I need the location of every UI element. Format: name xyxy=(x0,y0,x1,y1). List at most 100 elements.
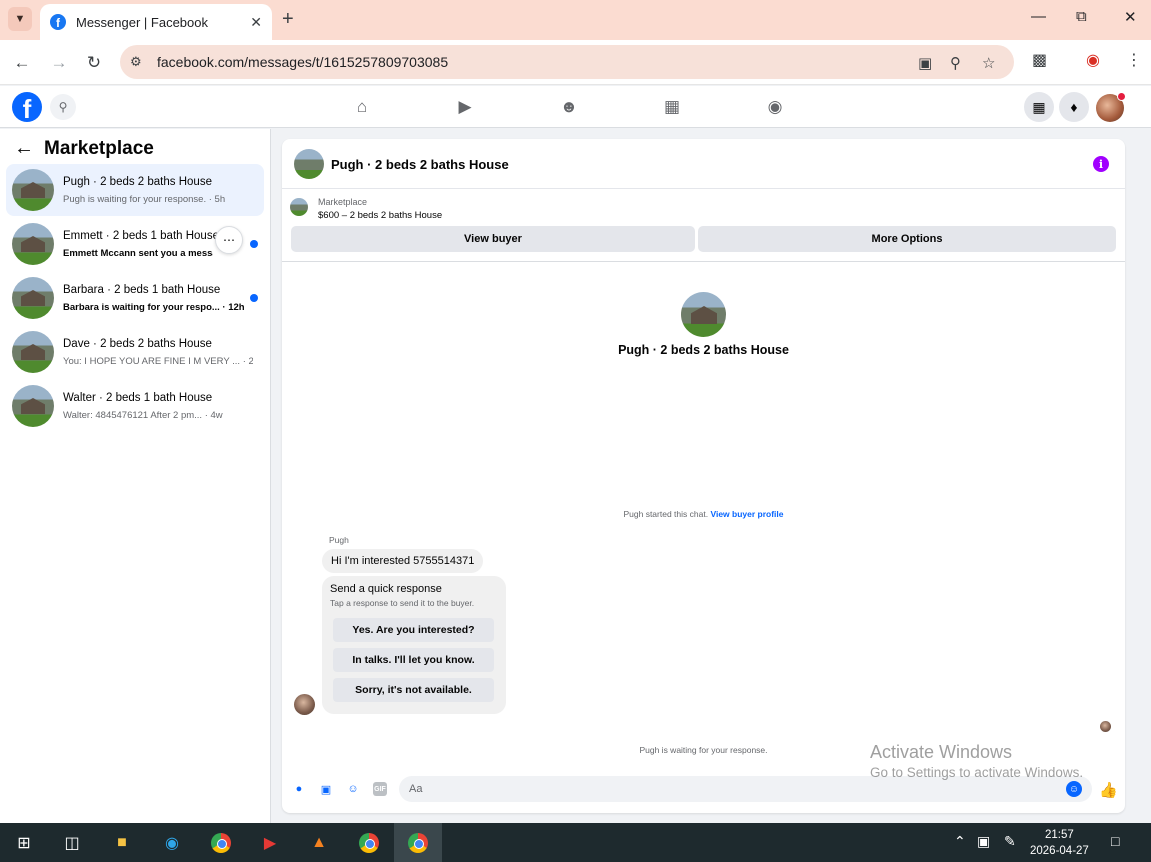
chat-header: Pugh · 2 beds 2 baths House i xyxy=(282,139,1125,189)
more-options-icon[interactable]: ⋯ xyxy=(215,226,243,254)
edge-icon[interactable]: ◉ xyxy=(160,831,184,855)
install-app-icon[interactable]: ▣ xyxy=(918,54,932,72)
conversation-name: Pugh · 2 beds 2 baths House xyxy=(63,176,212,188)
quick-response-button[interactable]: Yes. Are you interested? xyxy=(333,618,494,642)
facebook-logo-icon[interactable]: f xyxy=(12,92,42,122)
forward-button[interactable]: → xyxy=(46,50,72,76)
conversation-name: Emmett · 2 beds 1 bath House xyxy=(63,230,219,242)
listing-price-title: $600 – 2 beds 2 baths House xyxy=(318,210,443,221)
system-clock[interactable]: 21:57 2026-04-27 xyxy=(1030,827,1089,859)
menu-grid-icon[interactable]: ▦ xyxy=(1024,92,1054,122)
listing-thumbnail xyxy=(12,331,54,373)
conversation-item[interactable]: Emmett · 2 beds 1 bath House Emmett Mcca… xyxy=(6,218,264,270)
restore-button[interactable]: ⧉ xyxy=(1076,8,1087,25)
chat-title[interactable]: Pugh · 2 beds 2 baths House xyxy=(331,157,509,172)
site-settings-icon[interactable]: ⚙ xyxy=(130,54,146,70)
new-tab-button[interactable]: + xyxy=(282,8,294,31)
tray-overflow-icon[interactable]: ⌃ xyxy=(954,833,966,850)
listing-thumbnail xyxy=(12,385,54,427)
reload-button[interactable]: ↻ xyxy=(81,50,107,76)
more-options-button[interactable]: More Options xyxy=(698,226,1116,252)
chrome-menu-icon[interactable]: ⋮ xyxy=(1126,50,1142,70)
quick-response-button[interactable]: Sorry, it's not available. xyxy=(333,678,494,702)
activate-windows-watermark: Activate Windows Go to Settings to activ… xyxy=(870,742,1083,780)
conversation-preview: Walter: 4845476121 After 2 pm... · 4w xyxy=(63,410,223,421)
back-arrow-icon[interactable]: ← xyxy=(14,137,34,160)
sender-avatar[interactable] xyxy=(294,694,315,715)
home-icon[interactable]: ⌂ xyxy=(351,96,373,118)
vlc-icon[interactable]: ▲ xyxy=(307,831,331,855)
profile-icon[interactable]: ◉ xyxy=(1086,50,1100,70)
sender-name: Pugh xyxy=(329,535,349,545)
browser-tab[interactable]: f Messenger | Facebook ✕ xyxy=(40,4,272,40)
conversation-preview: Emmett Mccann sent you a messa... xyxy=(63,248,213,259)
chrome-active-icon[interactable] xyxy=(394,823,442,862)
conversation-sidebar: ← Marketplace Pugh · 2 beds 2 baths Hous… xyxy=(0,129,271,823)
file-explorer-icon[interactable]: ■ xyxy=(110,831,134,855)
quick-response-button[interactable]: In talks. I'll let you know. xyxy=(333,648,494,672)
friends-icon[interactable]: ☻ xyxy=(558,96,580,118)
groups-icon[interactable]: ◉ xyxy=(764,96,786,118)
youtube-icon[interactable]: ▶ xyxy=(258,831,282,855)
listing-thumbnail xyxy=(12,223,54,265)
back-button[interactable]: ← xyxy=(9,50,35,76)
gif-icon[interactable]: GIF xyxy=(373,782,387,796)
listing-avatar xyxy=(681,292,726,337)
minimize-button[interactable]: — xyxy=(1031,8,1046,25)
unread-dot xyxy=(250,240,258,248)
conversation-item[interactable]: Pugh · 2 beds 2 baths House Pugh is wait… xyxy=(6,164,264,216)
listing-thumbnail xyxy=(12,169,54,211)
extensions-icon[interactable]: ▩ xyxy=(1032,50,1047,70)
conversation-name: Walter · 2 beds 1 bath House xyxy=(63,392,213,404)
tab-close-icon[interactable]: ✕ xyxy=(250,14,262,31)
thumbs-up-icon[interactable]: 👍 xyxy=(1099,781,1118,799)
message-bubble: Hi I'm interested 5755514371 xyxy=(322,549,484,573)
chrome-icon[interactable] xyxy=(209,831,233,855)
conversation-item[interactable]: Dave · 2 beds 2 baths House You: I HOPE … xyxy=(6,326,264,378)
marketplace-label: Marketplace xyxy=(318,197,368,207)
view-buyer-button[interactable]: View buyer xyxy=(291,226,695,252)
zoom-icon[interactable]: ⚲ xyxy=(950,54,961,72)
conversation-item[interactable]: Barbara · 2 beds 1 bath House Barbara is… xyxy=(6,272,264,324)
address-toolbar: ← → ↻ ⚙ facebook.com/messages/t/16152578… xyxy=(0,40,1151,85)
bookmark-star-icon[interactable]: ☆ xyxy=(982,54,995,72)
address-bar[interactable]: ⚙ facebook.com/messages/t/16152578097030… xyxy=(120,45,1014,79)
quick-response-card: Send a quick response Tap a response to … xyxy=(322,576,506,714)
divider xyxy=(282,261,1125,262)
photo-icon[interactable]: ▣ xyxy=(319,782,333,796)
url-text: facebook.com/messages/t/1615257809703085 xyxy=(157,54,449,70)
close-window-button[interactable]: ✕ xyxy=(1124,8,1137,26)
conversation-name: Barbara · 2 beds 1 bath House xyxy=(63,284,221,296)
microphone-icon[interactable]: ● xyxy=(292,782,306,796)
task-view-icon[interactable]: ◫ xyxy=(60,831,84,855)
conversation-preview: Barbara is waiting for your respo... · 1… xyxy=(63,302,245,313)
marketplace-icon[interactable]: ▦ xyxy=(661,96,683,118)
browser-tab-strip: ▼ f Messenger | Facebook ✕ + — ⧉ ✕ xyxy=(0,0,1151,40)
watermark-line-1: Activate Windows xyxy=(870,742,1013,762)
start-icon[interactable]: ⊞ xyxy=(12,831,36,855)
notifications-bell-icon[interactable]: ♦ xyxy=(1059,92,1089,122)
network-icon[interactable]: ▣ xyxy=(977,833,990,850)
quick-response-subtitle: Tap a response to send it to the buyer. xyxy=(330,598,475,608)
emoji-icon[interactable]: ☺ xyxy=(1066,781,1082,797)
view-buyer-profile-link[interactable]: View buyer profile xyxy=(710,509,783,519)
notifications-icon[interactable]: □ xyxy=(1111,833,1119,849)
pen-icon[interactable]: ✎ xyxy=(1004,833,1016,850)
tab-search-button[interactable]: ▼ xyxy=(8,7,32,31)
facebook-navbar: f ⚲ ⌂ ▶ ☻ ▦ ◉ ▦ ♦ xyxy=(0,86,1151,128)
chrome-profile-icon[interactable] xyxy=(357,831,381,855)
clock-time: 21:57 xyxy=(1045,829,1074,841)
quick-response-title: Send a quick response xyxy=(330,583,442,595)
account-avatar[interactable] xyxy=(1096,92,1126,122)
listing-mini-thumbnail xyxy=(290,198,308,216)
sticker-icon[interactable]: ☺ xyxy=(346,782,360,796)
search-icon[interactable]: ⚲ xyxy=(50,94,76,120)
watermark-line-2: Go to Settings to activate Windows. xyxy=(870,765,1084,780)
tab-title: Messenger | Facebook xyxy=(76,14,208,30)
notification-dot xyxy=(1117,92,1126,101)
info-icon[interactable]: i xyxy=(1093,156,1109,172)
conversation-item[interactable]: Walter · 2 beds 1 bath House Walter: 484… xyxy=(6,380,264,432)
video-icon[interactable]: ▶ xyxy=(454,96,476,118)
sidebar-title: Marketplace xyxy=(44,137,154,159)
chat-listing-thumbnail[interactable] xyxy=(294,149,324,179)
